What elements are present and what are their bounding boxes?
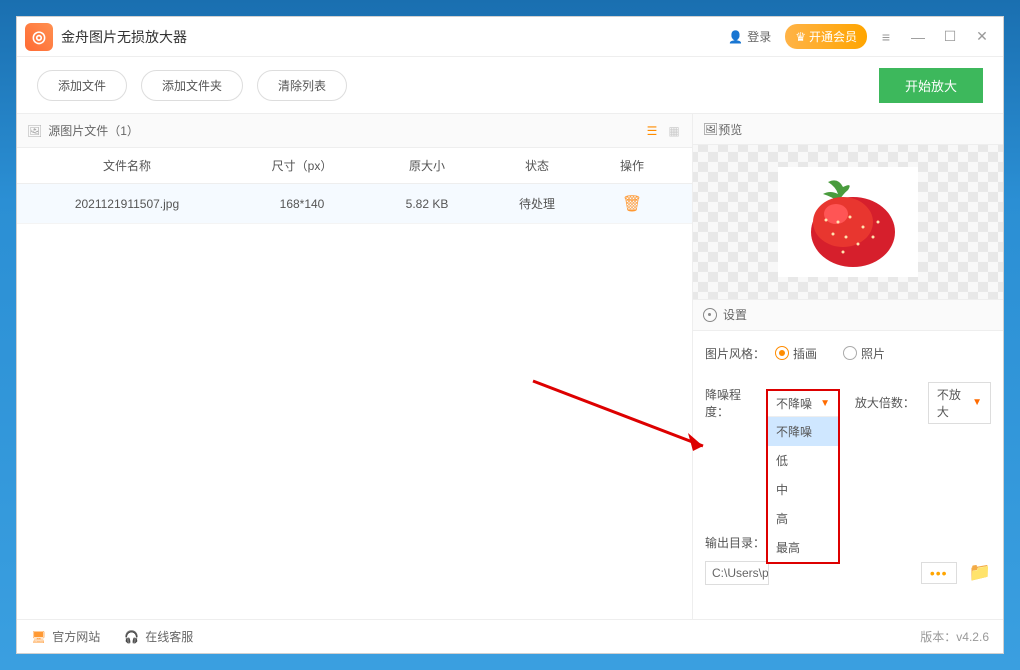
more-button[interactable]: •••: [921, 562, 957, 584]
radio-illustration[interactable]: 插画: [775, 345, 817, 362]
add-folder-button[interactable]: 添加文件夹: [141, 70, 243, 101]
source-files-label: 源图片文件（1）: [48, 122, 139, 139]
noise-option-mid[interactable]: 中: [768, 475, 838, 504]
close-button[interactable]: ✕: [969, 24, 995, 50]
toolbar: 添加文件 添加文件夹 清除列表 开始放大: [17, 57, 1003, 113]
official-site-label: 官方网站: [52, 628, 100, 645]
start-enlarge-button[interactable]: 开始放大: [879, 68, 983, 103]
content-area: 🖼 源图片文件（1） ☰ ▦ 文件名称 尺寸（px） 原大小 状态 操作 202…: [17, 113, 1003, 619]
style-label: 图片风格：: [705, 345, 765, 362]
radio-dot-icon: [775, 346, 789, 360]
preview-header: 🖼 预览: [693, 114, 1003, 145]
list-view-icon[interactable]: ☰: [644, 123, 660, 139]
chevron-down-icon: ▼: [972, 397, 982, 408]
add-file-button[interactable]: 添加文件: [37, 70, 127, 101]
titlebar: ◎ 金舟图片无损放大器 👤 登录 ♛ 开通会员 ≡ — ☐ ✕: [17, 17, 1003, 57]
output-label: 输出目录：: [705, 534, 765, 551]
radio-label-photo: 照片: [861, 345, 885, 362]
settings-body: 图片风格： 插画 照片 降噪程度： 放大倍数： 不放大: [693, 331, 1003, 619]
footer: 🖥 官方网站 🎧 在线客服 版本：v4.2.6: [17, 619, 1003, 653]
official-site-link[interactable]: 🖥 官方网站: [31, 628, 100, 645]
col-size: 尺寸（px）: [237, 157, 367, 174]
col-status: 状态: [487, 157, 587, 174]
vip-button[interactable]: ♛ 开通会员: [785, 24, 867, 49]
image-icon: 🖼: [27, 124, 42, 138]
grid-view-icon[interactable]: ▦: [666, 123, 682, 139]
zoom-label: 放大倍数：: [855, 394, 918, 411]
headset-icon: 🎧: [124, 630, 139, 644]
app-window: ◎ 金舟图片无损放大器 👤 登录 ♛ 开通会员 ≡ — ☐ ✕ 添加文件 添加文…: [16, 16, 1004, 654]
app-logo-icon: ◎: [25, 23, 53, 51]
noise-option-max[interactable]: 最高: [768, 533, 838, 562]
radio-dot-icon: [843, 346, 857, 360]
settings-label: 设置: [723, 306, 747, 323]
minimize-button[interactable]: —: [905, 24, 931, 50]
cell-size: 168*140: [237, 197, 367, 211]
clear-list-button[interactable]: 清除列表: [257, 70, 347, 101]
preview-area: [693, 145, 1003, 300]
col-name: 文件名称: [17, 157, 237, 174]
col-op: 操作: [587, 157, 677, 174]
output-path-row: C:\Users\pc ••• 📁: [705, 561, 991, 585]
noise-option-high[interactable]: 高: [768, 504, 838, 533]
noise-option-low[interactable]: 低: [768, 446, 838, 475]
monitor-icon: 🖥: [31, 630, 46, 644]
cell-status: 待处理: [487, 195, 587, 212]
noise-dropdown[interactable]: 不降噪 ▼ 不降噪 低 中 高 最高: [766, 389, 840, 564]
maximize-button[interactable]: ☐: [937, 24, 963, 50]
radio-label-illustration: 插画: [793, 345, 817, 362]
noise-row: 降噪程度： 放大倍数： 不放大 ▼: [705, 382, 991, 424]
preview-label: 预览: [718, 121, 742, 138]
login-button[interactable]: 👤 登录: [720, 24, 779, 49]
table-header: 文件名称 尺寸（px） 原大小 状态 操作: [17, 148, 692, 184]
crown-icon: ♛: [795, 30, 806, 44]
cell-orig: 5.82 KB: [367, 197, 487, 211]
gear-icon: [703, 308, 717, 322]
preview-image: [778, 167, 918, 277]
noise-select-current[interactable]: 不降噪 ▼: [768, 391, 838, 417]
view-mode-toggle: ☰ ▦: [644, 123, 682, 139]
source-files-header: 🖼 源图片文件（1） ☰ ▦: [17, 114, 692, 148]
menu-button[interactable]: ≡: [873, 24, 899, 50]
app-title: 金舟图片无损放大器: [61, 27, 720, 47]
open-folder-icon[interactable]: 📁: [969, 562, 991, 583]
delete-icon[interactable]: 🗑: [622, 196, 642, 213]
output-path: C:\Users\pc: [705, 561, 769, 585]
zoom-select[interactable]: 不放大 ▼: [928, 382, 991, 424]
customer-service-label: 在线客服: [145, 628, 193, 645]
noise-label: 降噪程度：: [705, 386, 764, 420]
right-pane: 🖼 预览: [693, 114, 1003, 619]
col-orig: 原大小: [367, 157, 487, 174]
radio-photo[interactable]: 照片: [843, 345, 885, 362]
left-pane: 🖼 源图片文件（1） ☰ ▦ 文件名称 尺寸（px） 原大小 状态 操作 202…: [17, 114, 693, 619]
noise-current-value: 不降噪: [776, 395, 812, 412]
customer-service-link[interactable]: 🎧 在线客服: [124, 628, 193, 645]
preview-icon: 🖼: [703, 122, 718, 136]
chevron-down-icon: ▼: [820, 398, 830, 409]
cell-op: 🗑: [587, 194, 677, 214]
style-row: 图片风格： 插画 照片: [705, 345, 991, 362]
vip-label: 开通会员: [809, 28, 857, 45]
zoom-value: 不放大: [937, 386, 972, 420]
version-label: 版本：v4.2.6: [920, 628, 989, 645]
output-row: 输出目录：: [705, 534, 991, 551]
settings-header: 设置: [693, 300, 1003, 331]
table-row[interactable]: 2021121911507.jpg 168*140 5.82 KB 待处理 🗑: [17, 184, 692, 224]
cell-filename: 2021121911507.jpg: [17, 197, 237, 211]
noise-option-none[interactable]: 不降噪: [768, 417, 838, 446]
login-label: 登录: [747, 28, 771, 45]
user-icon: 👤: [728, 30, 743, 44]
titlebar-right: 👤 登录 ♛ 开通会员 ≡ — ☐ ✕: [720, 24, 995, 50]
